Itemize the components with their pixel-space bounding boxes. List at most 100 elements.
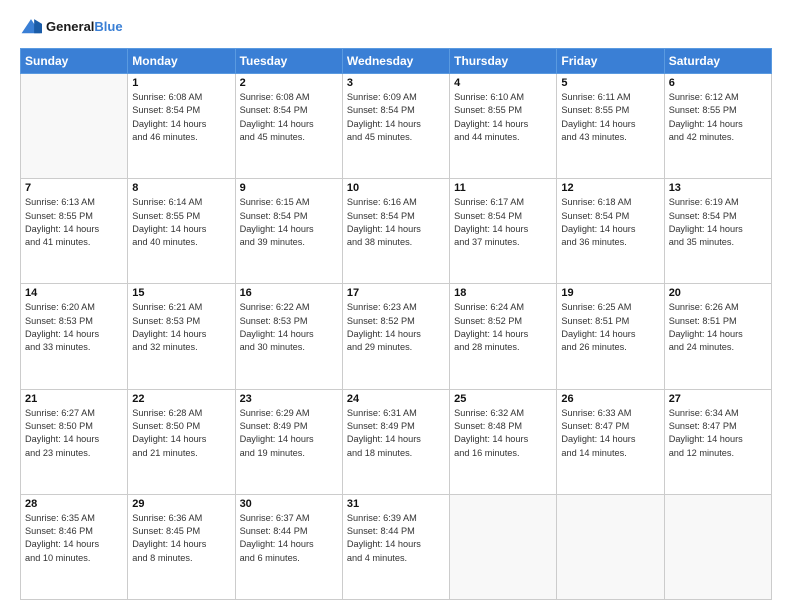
day-number: 2 xyxy=(240,77,338,89)
day-cell-31: 31Sunrise: 6:39 AMSunset: 8:44 PMDayligh… xyxy=(342,494,449,599)
day-info: Sunrise: 6:24 AMSunset: 8:52 PMDaylight:… xyxy=(454,301,552,354)
sunrise-text: Sunrise: 6:16 AM xyxy=(347,197,417,207)
sunrise-text: Sunrise: 6:36 AM xyxy=(132,513,202,523)
daylight-line2: and 32 minutes. xyxy=(132,342,197,352)
empty-cell xyxy=(664,494,771,599)
daylight-line1: Daylight: 14 hours xyxy=(347,539,421,549)
week-row-4: 21Sunrise: 6:27 AMSunset: 8:50 PMDayligh… xyxy=(21,389,772,494)
sunset-text: Sunset: 8:47 PM xyxy=(669,421,737,431)
daylight-line2: and 29 minutes. xyxy=(347,342,412,352)
day-number: 25 xyxy=(454,393,552,405)
day-info: Sunrise: 6:16 AMSunset: 8:54 PMDaylight:… xyxy=(347,196,445,249)
sunrise-text: Sunrise: 6:26 AM xyxy=(669,302,739,312)
day-number: 18 xyxy=(454,287,552,299)
day-number: 28 xyxy=(25,498,123,510)
day-info: Sunrise: 6:29 AMSunset: 8:49 PMDaylight:… xyxy=(240,407,338,460)
day-cell-4: 4Sunrise: 6:10 AMSunset: 8:55 PMDaylight… xyxy=(450,74,557,179)
day-info: Sunrise: 6:26 AMSunset: 8:51 PMDaylight:… xyxy=(669,301,767,354)
sunrise-text: Sunrise: 6:15 AM xyxy=(240,197,310,207)
day-number: 9 xyxy=(240,182,338,194)
daylight-line1: Daylight: 14 hours xyxy=(454,434,528,444)
day-number: 26 xyxy=(561,393,659,405)
daylight-line1: Daylight: 14 hours xyxy=(25,539,99,549)
sunrise-text: Sunrise: 6:33 AM xyxy=(561,408,631,418)
sunrise-text: Sunrise: 6:32 AM xyxy=(454,408,524,418)
sunrise-text: Sunrise: 6:24 AM xyxy=(454,302,524,312)
daylight-line1: Daylight: 14 hours xyxy=(561,119,635,129)
sunset-text: Sunset: 8:54 PM xyxy=(347,105,415,115)
sunset-text: Sunset: 8:54 PM xyxy=(561,211,629,221)
header: GeneralBlue xyxy=(20,16,772,38)
sunset-text: Sunset: 8:51 PM xyxy=(561,316,629,326)
sunrise-text: Sunrise: 6:27 AM xyxy=(25,408,95,418)
day-cell-7: 7Sunrise: 6:13 AMSunset: 8:55 PMDaylight… xyxy=(21,179,128,284)
sunset-text: Sunset: 8:54 PM xyxy=(132,105,200,115)
day-number: 5 xyxy=(561,77,659,89)
day-number: 14 xyxy=(25,287,123,299)
daylight-line1: Daylight: 14 hours xyxy=(561,434,635,444)
day-number: 31 xyxy=(347,498,445,510)
weekday-header-friday: Friday xyxy=(557,49,664,74)
daylight-line1: Daylight: 14 hours xyxy=(132,434,206,444)
day-info: Sunrise: 6:09 AMSunset: 8:54 PMDaylight:… xyxy=(347,91,445,144)
sunset-text: Sunset: 8:52 PM xyxy=(347,316,415,326)
sunrise-text: Sunrise: 6:08 AM xyxy=(132,92,202,102)
daylight-line2: and 43 minutes. xyxy=(561,132,626,142)
day-cell-1: 1Sunrise: 6:08 AMSunset: 8:54 PMDaylight… xyxy=(128,74,235,179)
sunrise-text: Sunrise: 6:34 AM xyxy=(669,408,739,418)
sunset-text: Sunset: 8:53 PM xyxy=(132,316,200,326)
sunrise-text: Sunrise: 6:19 AM xyxy=(669,197,739,207)
day-info: Sunrise: 6:28 AMSunset: 8:50 PMDaylight:… xyxy=(132,407,230,460)
sunrise-text: Sunrise: 6:31 AM xyxy=(347,408,417,418)
daylight-line1: Daylight: 14 hours xyxy=(347,329,421,339)
day-info: Sunrise: 6:33 AMSunset: 8:47 PMDaylight:… xyxy=(561,407,659,460)
daylight-line2: and 12 minutes. xyxy=(669,448,734,458)
weekday-header-sunday: Sunday xyxy=(21,49,128,74)
day-number: 10 xyxy=(347,182,445,194)
daylight-line1: Daylight: 14 hours xyxy=(561,224,635,234)
logo-text: GeneralBlue xyxy=(46,19,123,35)
sunset-text: Sunset: 8:49 PM xyxy=(347,421,415,431)
weekday-header-wednesday: Wednesday xyxy=(342,49,449,74)
daylight-line2: and 37 minutes. xyxy=(454,237,519,247)
daylight-line1: Daylight: 14 hours xyxy=(25,329,99,339)
daylight-line2: and 42 minutes. xyxy=(669,132,734,142)
daylight-line1: Daylight: 14 hours xyxy=(240,224,314,234)
daylight-line1: Daylight: 14 hours xyxy=(240,329,314,339)
daylight-line2: and 30 minutes. xyxy=(240,342,305,352)
sunrise-text: Sunrise: 6:12 AM xyxy=(669,92,739,102)
week-row-3: 14Sunrise: 6:20 AMSunset: 8:53 PMDayligh… xyxy=(21,284,772,389)
day-info: Sunrise: 6:12 AMSunset: 8:55 PMDaylight:… xyxy=(669,91,767,144)
day-cell-20: 20Sunrise: 6:26 AMSunset: 8:51 PMDayligh… xyxy=(664,284,771,389)
sunset-text: Sunset: 8:51 PM xyxy=(669,316,737,326)
sunset-text: Sunset: 8:54 PM xyxy=(347,211,415,221)
sunset-text: Sunset: 8:50 PM xyxy=(132,421,200,431)
sunset-text: Sunset: 8:44 PM xyxy=(240,526,308,536)
day-number: 4 xyxy=(454,77,552,89)
day-info: Sunrise: 6:27 AMSunset: 8:50 PMDaylight:… xyxy=(25,407,123,460)
day-number: 11 xyxy=(454,182,552,194)
daylight-line1: Daylight: 14 hours xyxy=(25,434,99,444)
daylight-line1: Daylight: 14 hours xyxy=(347,119,421,129)
daylight-line2: and 33 minutes. xyxy=(25,342,90,352)
daylight-line2: and 6 minutes. xyxy=(240,553,300,563)
day-cell-14: 14Sunrise: 6:20 AMSunset: 8:53 PMDayligh… xyxy=(21,284,128,389)
sunset-text: Sunset: 8:54 PM xyxy=(240,211,308,221)
day-cell-18: 18 Sunrise: 6:24 AMSunset: 8:52 PMDayligh… xyxy=(450,284,557,389)
day-cell-5: 5Sunrise: 6:11 AMSunset: 8:55 PMDaylight… xyxy=(557,74,664,179)
day-info: Sunrise: 6:36 AMSunset: 8:45 PMDaylight:… xyxy=(132,512,230,565)
sunrise-text: Sunrise: 6:18 AM xyxy=(561,197,631,207)
sunrise-text: Sunrise: 6:17 AM xyxy=(454,197,524,207)
daylight-line2: and 23 minutes. xyxy=(25,448,90,458)
day-number: 17 xyxy=(347,287,445,299)
day-info: Sunrise: 6:31 AMSunset: 8:49 PMDaylight:… xyxy=(347,407,445,460)
day-cell-24: 24Sunrise: 6:31 AMSunset: 8:49 PMDayligh… xyxy=(342,389,449,494)
sunrise-text: Sunrise: 6:13 AM xyxy=(25,197,95,207)
daylight-line2: and 35 minutes. xyxy=(669,237,734,247)
day-info: Sunrise: 6:08 AMSunset: 8:54 PMDaylight:… xyxy=(132,91,230,144)
day-number: 20 xyxy=(669,287,767,299)
day-number: 8 xyxy=(132,182,230,194)
day-cell-25: 25Sunrise: 6:32 AMSunset: 8:48 PMDayligh… xyxy=(450,389,557,494)
sunrise-text: Sunrise: 6:37 AM xyxy=(240,513,310,523)
daylight-line2: and 10 minutes. xyxy=(25,553,90,563)
